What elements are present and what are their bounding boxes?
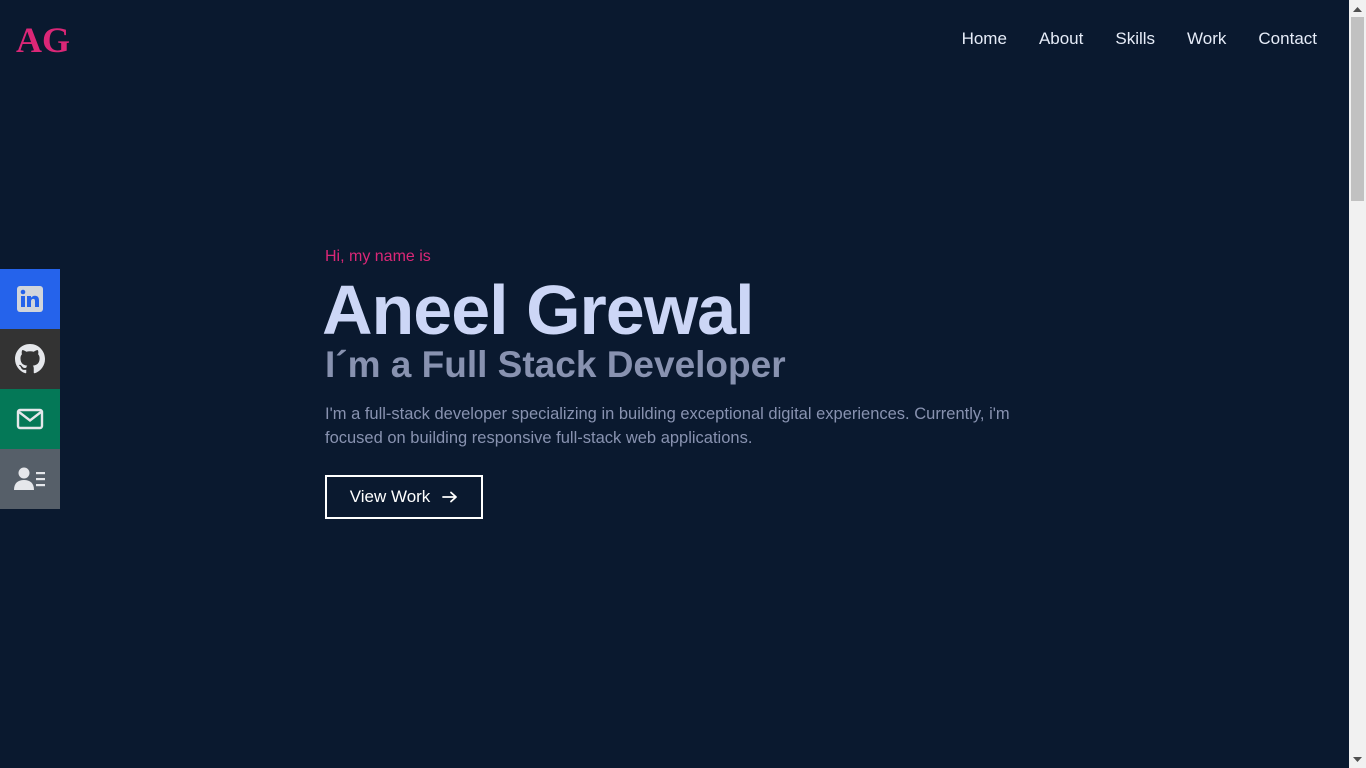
resume-link[interactable] — [0, 449, 60, 509]
mail-icon — [16, 408, 44, 430]
logo[interactable]: AG — [16, 18, 70, 62]
nav-skills[interactable]: Skills — [1099, 28, 1171, 50]
nav-about[interactable]: About — [1023, 28, 1099, 50]
scroll-down-arrow-icon[interactable] — [1349, 751, 1366, 768]
linkedin-icon — [17, 286, 43, 312]
github-link[interactable] — [0, 329, 60, 389]
scroll-up-arrow-icon[interactable] — [1349, 0, 1366, 17]
page: AG Home About Skills Work Contact Hi, my… — [0, 0, 1349, 768]
hero-section: Hi, my name is Aneel Grewal I´m a Full S… — [322, 246, 1045, 519]
main-nav: Home About Skills Work Contact — [946, 28, 1317, 50]
hero-role: I´m a Full Stack Developer — [325, 344, 786, 385]
view-work-label: View Work — [349, 487, 431, 506]
hero-intro: Hi, my name is — [325, 248, 431, 265]
scroll-thumb[interactable] — [1351, 17, 1364, 201]
view-work-button[interactable]: View Work — [325, 475, 483, 519]
resume-icon — [14, 467, 45, 490]
scrollbar[interactable] — [1349, 0, 1366, 768]
nav-work[interactable]: Work — [1171, 28, 1242, 50]
arrow-right-icon — [442, 488, 458, 506]
nav-home[interactable]: Home — [946, 28, 1023, 50]
github-icon — [15, 344, 45, 374]
linkedin-link[interactable] — [0, 269, 60, 329]
social-sidebar — [0, 269, 60, 509]
nav-contact[interactable]: Contact — [1242, 28, 1317, 50]
email-link[interactable] — [0, 389, 60, 449]
hero-description: I'm a full-stack developer specializing … — [325, 405, 1010, 447]
hero-name: Aneel Grewal — [322, 271, 755, 349]
